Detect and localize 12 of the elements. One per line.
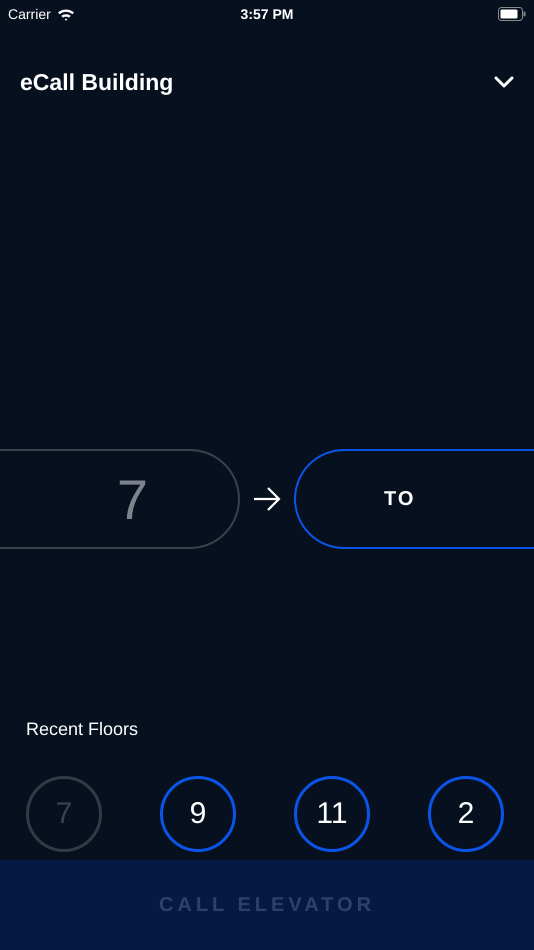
floor-button[interactable]: 2 [428,776,504,852]
from-floor-field[interactable]: 7 [0,449,240,549]
floor-button[interactable]: 9 [160,776,236,852]
building-title: eCall Building [20,68,174,96]
floor-button[interactable]: 11 [294,776,370,852]
chevron-down-icon[interactable] [494,76,514,88]
status-time: 3:57 PM [240,6,294,22]
section-title: Recent Floors [26,719,140,740]
to-floor-field[interactable]: TO [294,449,534,549]
carrier-name: Carrier [8,6,51,22]
battery-icon [498,7,526,21]
wifi-icon [56,8,75,20]
